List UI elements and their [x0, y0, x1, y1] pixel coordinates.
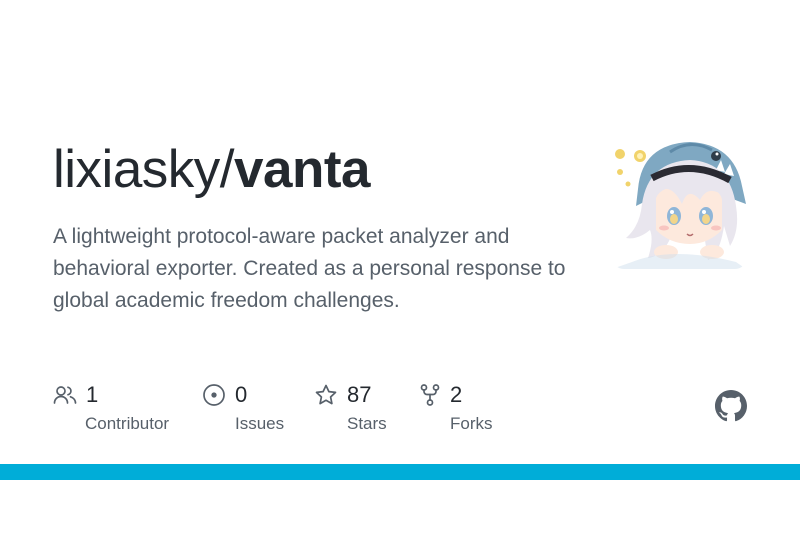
repo-social-card: lixiasky/vanta A lightweight protocol-aw…: [0, 0, 800, 560]
owner-avatar[interactable]: [612, 134, 747, 269]
issues-icon: [203, 384, 225, 406]
star-icon: [315, 384, 337, 405]
stat-label: Stars: [347, 414, 387, 433]
stat-value: 1: [86, 382, 99, 407]
stat-label: Issues: [235, 414, 285, 433]
stat-value: 0: [235, 382, 248, 407]
stat-label: Contributor: [85, 414, 170, 433]
stat-value: 2: [450, 382, 463, 407]
github-mark-icon[interactable]: [715, 390, 747, 422]
stat-label: Forks: [450, 414, 493, 433]
repo-name: vanta: [234, 140, 370, 199]
language-color-bar: [0, 464, 800, 480]
anime-girl-shark-hood-avatar-icon: [612, 142, 746, 269]
fork-icon: [420, 384, 440, 406]
stat-value: 87: [347, 382, 372, 407]
repo-owner: lixiasky/: [53, 140, 235, 199]
repo-description: A lightweight protocol-aware packet anal…: [53, 225, 566, 312]
repo-title[interactable]: lixiasky/vanta: [53, 138, 370, 202]
contributors-icon: [53, 386, 77, 404]
